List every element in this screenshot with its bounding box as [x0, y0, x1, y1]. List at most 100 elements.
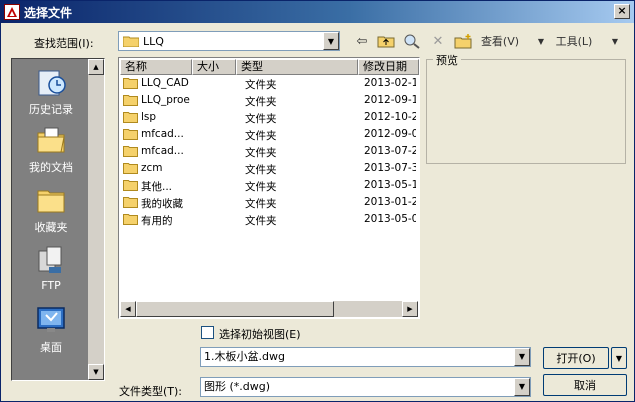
- views-menu-button[interactable]: 查看(V): [477, 31, 523, 51]
- back-icon[interactable]: ⇦: [351, 31, 373, 51]
- file-type: 文件夹: [245, 79, 277, 91]
- place-favorites[interactable]: 收藏夹: [12, 185, 90, 235]
- initial-view-checkbox[interactable]: [201, 326, 214, 339]
- open-button[interactable]: 打开(O): [543, 347, 609, 369]
- chevron-down-icon[interactable]: ▼: [323, 32, 339, 50]
- file-type: 文件夹: [245, 147, 277, 159]
- ftp-icon: [38, 246, 62, 273]
- file-row[interactable]: mfcad... 文件夹 2013-07-2(: [123, 144, 416, 161]
- preview-panel: [426, 59, 626, 164]
- cancel-button[interactable]: 取消: [543, 374, 627, 396]
- file-name: 有用的: [141, 215, 173, 227]
- place-ftp[interactable]: FTP: [12, 245, 90, 292]
- tools-menu-button[interactable]: 工具(L): [553, 31, 595, 51]
- file-date: 2013-01-2!: [364, 196, 416, 208]
- file-row[interactable]: 我的收藏 文件夹 2013-01-2!: [123, 195, 416, 212]
- file-date: 2013-02-1(: [364, 77, 416, 89]
- autocad-app-icon: [4, 4, 20, 20]
- place-label: 收藏夹: [34, 221, 68, 234]
- open-options-chevron-icon[interactable]: ▼: [611, 347, 627, 369]
- favorites-icon: [37, 190, 65, 213]
- place-my-documents[interactable]: 我的文档: [12, 125, 90, 175]
- filename-value: 1.木板小盆.dwg: [204, 350, 285, 363]
- scroll-down-icon[interactable]: ▼: [88, 364, 104, 380]
- file-row[interactable]: 有用的 文件夹 2013-05-0': [123, 212, 416, 229]
- delete-icon[interactable]: ✕: [427, 31, 449, 51]
- preview-label: 预览: [433, 52, 461, 68]
- file-name: 我的收藏: [141, 198, 183, 210]
- title-bar[interactable]: 选择文件 ×: [1, 1, 634, 23]
- chevron-down-icon[interactable]: ▼: [514, 378, 530, 396]
- horizontal-scrollbar[interactable]: ◀ ▶: [120, 301, 418, 317]
- file-type: 文件夹: [245, 215, 277, 227]
- search-web-icon[interactable]: [401, 31, 423, 51]
- chevron-down-icon[interactable]: ▼: [536, 31, 546, 51]
- column-header-name[interactable]: 名称: [120, 59, 192, 75]
- file-date: 2012-09-0(: [364, 128, 416, 140]
- initial-view-label: 选择初始视图(E): [219, 328, 301, 341]
- documents-icon: [37, 127, 65, 153]
- folder-icon: [123, 213, 139, 228]
- folder-icon: [123, 77, 139, 92]
- file-date: 2013-07-2(: [364, 145, 416, 157]
- file-name: mfcad...: [141, 128, 184, 140]
- scroll-right-icon[interactable]: ▶: [402, 301, 418, 317]
- lookin-label: 查找范围(I):: [34, 37, 94, 50]
- file-type: 文件夹: [245, 130, 277, 142]
- file-name: 其他...: [141, 181, 173, 193]
- place-label: 我的文档: [29, 161, 73, 174]
- file-date: 2012-09-1:: [364, 94, 416, 106]
- column-header-size[interactable]: 大小: [192, 59, 236, 75]
- file-type: 文件夹: [245, 181, 277, 193]
- file-row[interactable]: zcm 文件夹 2013-07-3: [123, 161, 416, 178]
- file-date: 2012-10-2:: [364, 111, 416, 123]
- file-name: zcm: [141, 162, 163, 174]
- file-date: 2013-05-1!: [364, 179, 416, 191]
- new-folder-icon[interactable]: [453, 31, 473, 51]
- lookin-value: LLQ: [143, 34, 164, 48]
- folder-icon: [123, 94, 139, 109]
- file-dialog: 选择文件 × 查找范围(I): LLQ ▼ ⇦ ✕ 查看(V) ▼ 工具(L) …: [0, 0, 635, 402]
- folder-icon: [123, 179, 139, 194]
- file-name: lsp: [141, 111, 157, 123]
- chevron-down-icon[interactable]: ▼: [514, 348, 530, 366]
- scroll-left-icon[interactable]: ◀: [120, 301, 136, 317]
- folder-icon: [123, 196, 139, 211]
- desktop-icon: [37, 307, 65, 332]
- history-icon: [38, 70, 66, 96]
- file-row[interactable]: LLQ_CAD 文件夹 2013-02-1(: [123, 76, 416, 93]
- folder-icon: [123, 145, 139, 160]
- window-title: 选择文件: [24, 5, 73, 20]
- places-scrollbar[interactable]: ▲ ▼: [88, 59, 104, 380]
- file-row[interactable]: LLQ_proe 文件夹 2012-09-1:: [123, 93, 416, 110]
- filetype-value: 图形 (*.dwg): [204, 380, 271, 393]
- place-desktop[interactable]: 桌面: [12, 305, 90, 355]
- place-label: 桌面: [40, 341, 62, 354]
- file-type: 文件夹: [245, 96, 277, 108]
- filetype-label: 文件类型(T):: [119, 385, 183, 398]
- file-type: 文件夹: [245, 198, 277, 210]
- file-type: 文件夹: [245, 164, 277, 176]
- scroll-up-icon[interactable]: ▲: [88, 59, 104, 75]
- file-row[interactable]: 其他... 文件夹 2013-05-1!: [123, 178, 416, 195]
- place-history[interactable]: 历史记录: [12, 67, 90, 117]
- file-list[interactable]: 名称 大小 类型 修改日期 LLQ_CAD 文件夹 2013-02-1(LLQ_pr…: [118, 57, 420, 319]
- scroll-thumb[interactable]: [136, 301, 334, 317]
- places-bar: 历史记录 我的文档 收藏夹 FTP 桌面 ▲ ▼: [11, 58, 105, 381]
- filetype-dropdown[interactable]: 图形 (*.dwg) ▼: [200, 377, 531, 397]
- up-folder-icon[interactable]: [375, 31, 397, 51]
- file-date: 2013-05-0': [364, 213, 416, 225]
- file-row[interactable]: mfcad... 文件夹 2012-09-0(: [123, 127, 416, 144]
- folder-icon: [123, 111, 139, 126]
- column-header-date[interactable]: 修改日期: [358, 59, 419, 75]
- close-button[interactable]: ×: [614, 4, 630, 19]
- lookin-dropdown[interactable]: LLQ ▼: [118, 31, 340, 51]
- file-type: 文件夹: [245, 113, 277, 125]
- chevron-down-icon[interactable]: ▼: [610, 31, 620, 51]
- file-row[interactable]: lsp 文件夹 2012-10-2:: [123, 110, 416, 127]
- column-header-type[interactable]: 类型: [236, 59, 358, 75]
- filename-field[interactable]: 1.木板小盆.dwg ▼: [200, 347, 531, 367]
- place-label: FTP: [41, 279, 61, 292]
- folder-icon: [123, 36, 139, 47]
- place-label: 历史记录: [29, 103, 73, 116]
